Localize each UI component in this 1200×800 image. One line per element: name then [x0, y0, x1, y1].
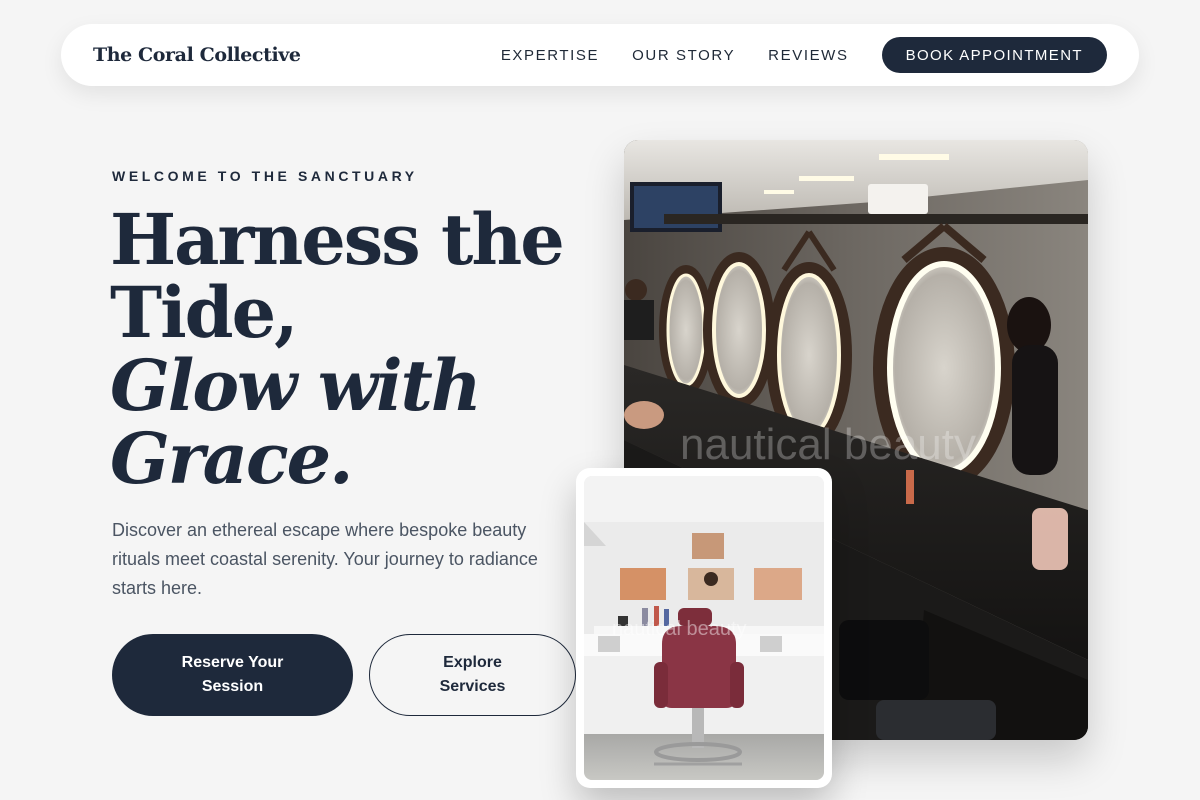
headline-line-1: Harness the — [110, 198, 565, 281]
nav-link-reviews[interactable]: REVIEWS — [768, 47, 848, 64]
headline-line-2: Tide, — [110, 271, 299, 354]
headline-line-3: Glow with — [110, 344, 482, 427]
headline-line-4: Grace. — [110, 417, 354, 500]
nav-link-our-story[interactable]: OUR STORY — [632, 47, 735, 64]
nav-link-expertise[interactable]: EXPERTISE — [501, 47, 599, 64]
top-nav: The Coral Collective EXPERTISE OUR STORY… — [61, 24, 1139, 86]
explore-services-button[interactable]: Explore Services — [369, 634, 576, 716]
book-appointment-button[interactable]: BOOK APPOINTMENT — [881, 37, 1107, 73]
nav-links: EXPERTISE OUR STORY REVIEWS BOOK APPOINT… — [468, 37, 1107, 73]
hero-eyebrow: WELCOME TO THE SANCTUARY — [112, 168, 418, 184]
reserve-session-button[interactable]: Reserve Your Session — [112, 634, 353, 716]
brand-logo[interactable]: The Coral Collective — [93, 44, 301, 66]
hero-description: Discover an ethereal escape where bespok… — [112, 520, 538, 598]
hero-headline: Harness the Tide, Glow with Grace. — [110, 203, 590, 495]
salon-chair-image: nautical beauty — [584, 476, 824, 780]
salon-chair-image-card: nautical beauty — [576, 468, 832, 788]
